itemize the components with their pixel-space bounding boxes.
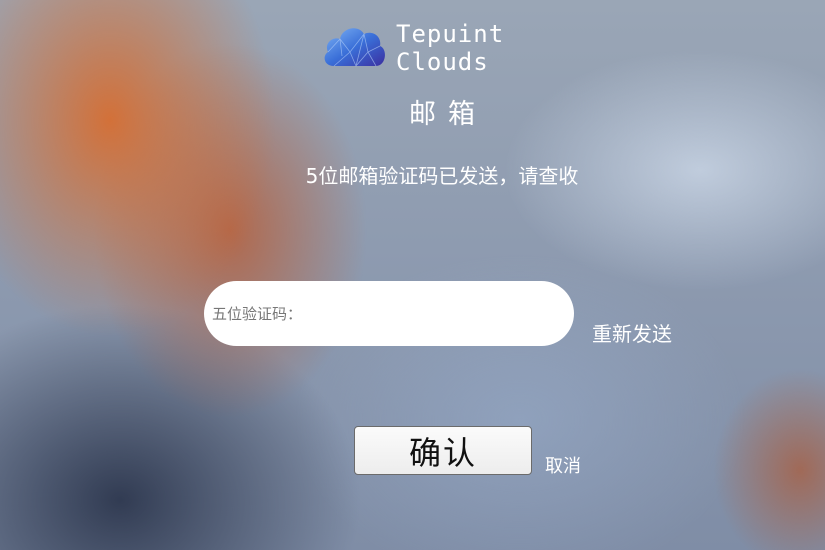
brand-logo: Tepuint Clouds <box>320 20 580 76</box>
brand-name: Tepuint Clouds <box>396 20 505 76</box>
confirm-button[interactable]: 确认 <box>354 426 532 475</box>
resend-button[interactable]: 重新发送 <box>592 318 672 347</box>
verification-code-input[interactable] <box>204 281 574 346</box>
page-title: 邮箱 <box>409 99 487 130</box>
cloud-icon <box>320 22 388 74</box>
status-message: 5位邮箱验证码已发送，请查收 <box>305 164 579 188</box>
cancel-button[interactable]: 取消 <box>545 452 581 478</box>
